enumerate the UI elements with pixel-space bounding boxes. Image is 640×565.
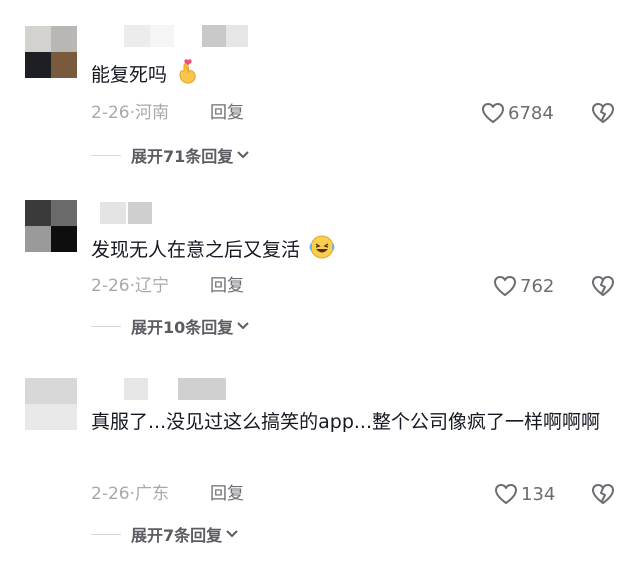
comment-text: 真服了...没见过这么搞笑的app...整个公司像疯了一样啊啊啊 [91,406,611,439]
chevron-down-icon [237,322,249,330]
like-count: 6784 [508,102,554,124]
expand-replies-label: 展开71条回复 [131,147,234,166]
like-count: 134 [521,483,556,505]
comment-text: 发现无人在意之后又复活 [91,234,611,271]
dislike-button[interactable] [590,274,616,298]
avatar[interactable] [25,26,77,78]
comment-location: 辽宁 [135,276,169,296]
comment-text-content: 能复死吗 [91,64,168,86]
heart-icon [495,484,517,504]
reply-button[interactable]: 回复 [210,101,244,125]
divider-line [91,154,121,156]
comment-location: 广东 [135,484,169,504]
like-button[interactable]: 134 [494,482,555,506]
username-blurred[interactable] [100,202,152,224]
expand-replies-button[interactable]: 展开10条回复 [91,314,249,338]
comment-text: 能复死吗 [91,59,611,96]
date-location: 2-26·河南 [91,101,169,125]
date-location: 2-26·广东 [91,482,169,506]
reply-button[interactable]: 回复 [210,274,244,298]
expand-replies-button[interactable]: 展开71条回复 [91,143,249,167]
dislike-button[interactable] [590,101,616,125]
username-blurred[interactable] [124,25,248,47]
chevron-down-icon [226,530,238,538]
like-button[interactable]: 6784 [481,101,554,125]
comment-text-content: 真服了...没见过这么搞笑的app...整个公司像疯了一样啊啊啊 [91,411,601,433]
expand-replies-button[interactable]: 展开7条回复 [91,522,238,546]
broken-heart-icon [592,103,614,123]
divider-line [91,325,121,327]
broken-heart-icon [592,276,614,296]
avatar[interactable] [25,378,77,430]
expand-replies-label: 展开10条回复 [131,318,234,337]
comment-text-content: 发现无人在意之后又复活 [91,239,301,261]
expand-replies-label: 展开7条回复 [131,526,223,545]
chevron-down-icon [237,151,249,159]
avatar[interactable] [25,200,77,252]
laughing-crying-emoji [308,234,336,271]
like-count: 762 [520,275,555,297]
divider-line [91,533,121,535]
broken-heart-icon [592,484,614,504]
like-button[interactable]: 762 [493,274,554,298]
comment-location: 河南 [135,103,169,123]
dislike-button[interactable] [590,482,616,506]
comment-date: 2-26 [91,103,130,123]
username-blurred[interactable] [100,378,226,400]
reply-button[interactable]: 回复 [210,482,244,506]
heart-icon [482,103,504,123]
comment-date: 2-26 [91,484,130,504]
heart-icon [494,276,516,296]
finger-heart-emoji [175,59,199,96]
comment-date: 2-26 [91,276,130,296]
date-location: 2-26·辽宁 [91,274,169,298]
